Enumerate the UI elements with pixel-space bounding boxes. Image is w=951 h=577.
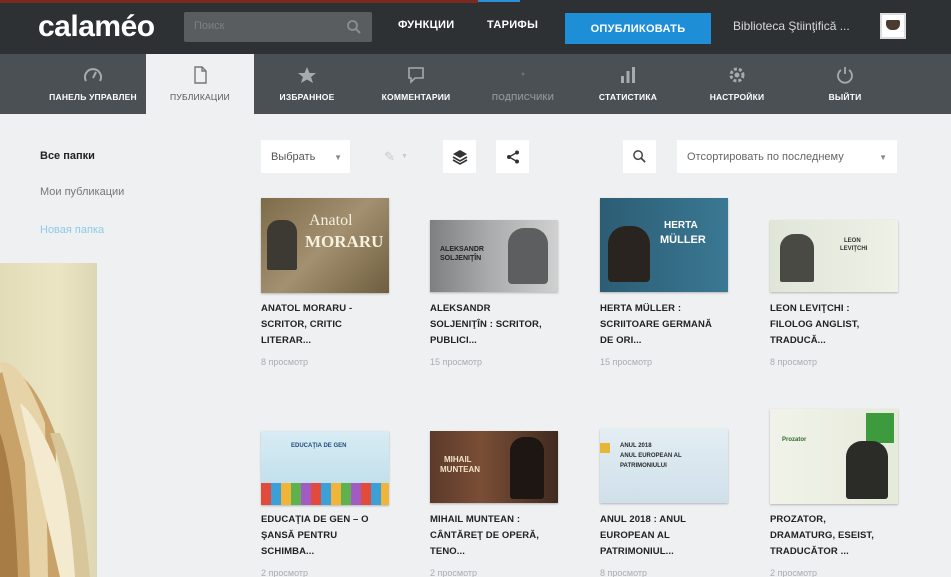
avatar[interactable] xyxy=(880,13,906,39)
publication-cover[interactable]: Anatol MORARU xyxy=(261,198,389,293)
view-count: 15 просмотр xyxy=(600,357,653,367)
star-icon xyxy=(298,67,316,83)
view-count: 8 просмотр xyxy=(770,357,818,367)
chevron-down-icon: ▼ xyxy=(334,153,342,162)
subscribers-icon xyxy=(521,72,525,76)
publication-cover[interactable]: HERTA MÜLLER xyxy=(600,198,728,292)
view-count: 8 просмотр xyxy=(600,568,648,577)
calameo-logo[interactable]: calaméo xyxy=(38,10,155,44)
publication-title[interactable]: ANUL 2018 : ANUL EUROPEAN AL PATRIMONIUL… xyxy=(600,512,732,560)
search-publications-button[interactable] xyxy=(623,140,656,173)
view-count: 15 просмотр xyxy=(430,357,483,367)
gauge-icon xyxy=(84,68,102,82)
publication-title[interactable]: ALEKSANDR SOLJENIŢÎN : SCRITOR, PUBLICI.… xyxy=(430,301,562,349)
view-count: 2 просмотр xyxy=(430,568,478,577)
publication-title[interactable]: HERTA MÜLLER : SCRIITOARE GERMANĂ DE ORI… xyxy=(600,301,732,349)
features-link[interactable]: ФУНКЦИИ xyxy=(398,19,454,31)
search-icon xyxy=(633,150,646,163)
nav-logout-label: ВЫЙТИ xyxy=(828,92,862,102)
nav-statistics[interactable]: СТАТИСТИКА xyxy=(583,54,673,114)
nav-dashboard-label: ПАНЕЛЬ УПРАВЛЕН xyxy=(49,92,137,102)
view-count: 2 просмотр xyxy=(261,568,309,577)
publication-title[interactable]: LEON LEVIŢCHI : FILOLOG ANGLIST, TRADUCĂ… xyxy=(770,301,902,349)
folder-all[interactable]: Все папки xyxy=(40,150,95,162)
pencil-icon: ✎ xyxy=(384,148,395,164)
publication-cover[interactable]: ALEKSANDR SOLJENIŢÎN xyxy=(430,220,558,292)
document-icon xyxy=(194,66,207,84)
bar-chart-icon xyxy=(621,67,635,83)
power-icon xyxy=(837,67,853,84)
nav-subscribers: ПОДПИСЧИКИ xyxy=(478,54,568,114)
pricing-link[interactable]: ТАРИФЫ xyxy=(487,19,538,31)
select-label: Выбрать xyxy=(271,150,316,163)
publication-cover[interactable]: EDUCAŢIA DE GEN xyxy=(261,431,389,505)
publish-button[interactable]: ОПУБЛИКОВАТЬ xyxy=(565,13,711,44)
search-icon[interactable] xyxy=(346,19,362,35)
chevron-down-icon: ▼ xyxy=(400,153,408,160)
browser-strip xyxy=(0,0,478,3)
user-menu[interactable]: Biblioteca Ştiinţifică ... xyxy=(733,19,850,33)
nav-favorites[interactable]: ИЗБРАННОЕ xyxy=(262,54,352,114)
nav-settings-label: НАСТРОЙКИ xyxy=(709,92,765,102)
top-bar: calaméo Поиск ФУНКЦИИ ТАРИФЫ ОПУБЛИКОВАТ… xyxy=(0,0,951,54)
nav-logout[interactable]: ВЫЙТИ xyxy=(800,54,890,114)
publication-cover[interactable]: Prozator xyxy=(770,409,898,504)
nav-comments[interactable]: КОММЕНТАРИИ xyxy=(368,54,464,114)
layers-button[interactable] xyxy=(443,140,476,173)
publication-cover[interactable]: LEON LEVIŢCHI xyxy=(770,220,898,292)
chevron-down-icon: ▼ xyxy=(879,153,887,162)
gear-icon xyxy=(729,67,745,83)
nav-dashboard[interactable]: ПАНЕЛЬ УПРАВЛЕН xyxy=(40,54,146,114)
layers-icon xyxy=(452,149,467,165)
publication-cover[interactable]: ANUL 2018 ANUL EUROPEAN AL PATRIMONIULUI xyxy=(600,429,728,503)
nav-statistics-label: СТАТИСТИКА xyxy=(598,92,658,102)
share-button[interactable] xyxy=(496,140,529,173)
sort-label: Отсортировать по последнему xyxy=(687,150,844,163)
publication-title[interactable]: MIHAIL MUNTEAN : CÂNTĂREŢ DE OPERĂ, TENO… xyxy=(430,512,562,560)
publication-title[interactable]: PROZATOR, DRAMATURG, ESEIST, TRADUCĂTOR … xyxy=(770,512,902,560)
nav-publications[interactable]: ПУБЛИКАЦИИ xyxy=(146,54,254,116)
link-underline xyxy=(478,0,520,2)
nav-comments-label: КОММЕНТАРИИ xyxy=(381,92,451,102)
nav-settings[interactable]: НАСТРОЙКИ xyxy=(692,54,782,114)
book-photo xyxy=(0,263,97,577)
edit-button: ✎ ▼ xyxy=(370,140,422,173)
nav-favorites-label: ИЗБРАННОЕ xyxy=(279,92,335,102)
folder-my-publications[interactable]: Мои публикации xyxy=(40,186,124,198)
dashboard-nav: ПАНЕЛЬ УПРАВЛЕН ПУБЛИКАЦИИ ИЗБРАННОЕ КОМ… xyxy=(0,54,951,116)
search-placeholder: Поиск xyxy=(194,20,225,32)
search-input[interactable]: Поиск xyxy=(184,12,372,42)
publication-cover[interactable]: MIHAIL MUNTEAN xyxy=(430,431,558,503)
publication-title[interactable]: EDUCAŢIA DE GEN – O ŞANSĂ PENTRU SCHIMBA… xyxy=(261,512,393,560)
share-icon xyxy=(506,150,519,163)
comment-icon xyxy=(408,67,424,84)
open-book-image xyxy=(0,362,90,577)
sort-dropdown[interactable]: Отсортировать по последнему ▼ xyxy=(677,140,897,173)
select-dropdown[interactable]: Выбрать ▼ xyxy=(261,140,350,173)
nav-publications-label: ПУБЛИКАЦИИ xyxy=(170,92,230,102)
nav-subscribers-label: ПОДПИСЧИКИ xyxy=(491,92,555,102)
publication-title[interactable]: ANATOL MORARU - SCRITOR, CRITIC LITERAR.… xyxy=(261,301,393,349)
new-folder-link[interactable]: Новая папка xyxy=(40,224,104,236)
view-count: 2 просмотр xyxy=(770,568,818,577)
view-count: 8 просмотр xyxy=(261,357,309,367)
